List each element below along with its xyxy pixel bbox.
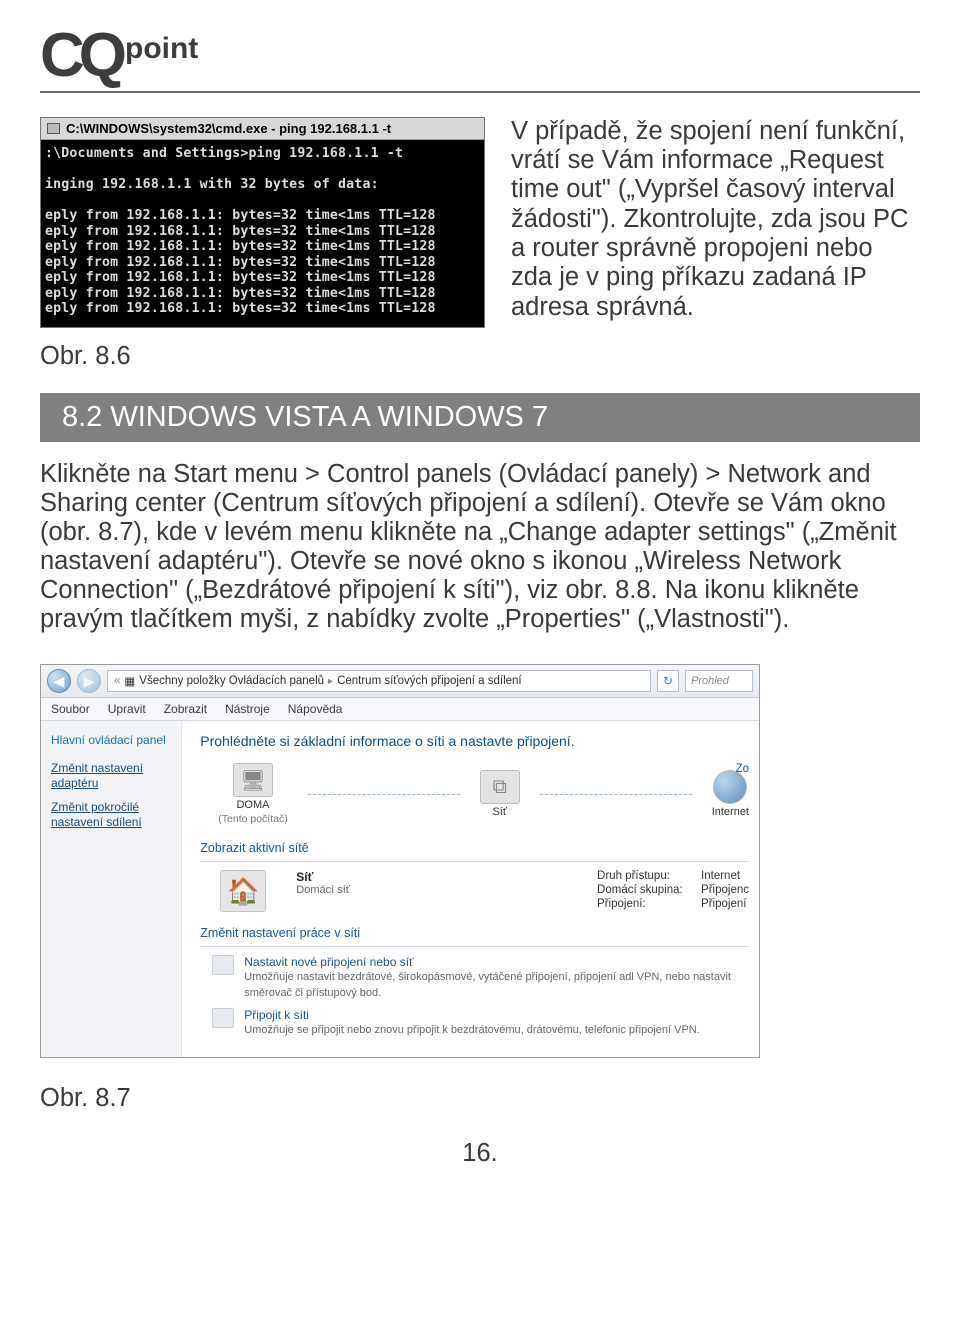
computer-icon: 🖥	[233, 763, 273, 797]
breadcrumb-item[interactable]: Všechny položky Ovládacích panelů	[139, 675, 324, 687]
action-desc: Umožňuje nastavit bezdrátové, širokopásm…	[244, 971, 731, 998]
node-this-pc[interactable]: 🖥 DOMA (Tento počítač)	[218, 763, 287, 825]
section-heading: 8.2 WINDOWS VISTA A WINDOWS 7	[40, 393, 920, 442]
action-title: Nastavit nové připojení nebo síť	[244, 955, 749, 969]
network-name-block: Síť Domácí síť	[296, 870, 350, 896]
cmd-output: :\Documents and Settings>ping 192.168.1.…	[41, 140, 484, 327]
globe-icon	[713, 770, 747, 804]
menu-item[interactable]: Upravit	[108, 702, 146, 716]
menu-item[interactable]: Soubor	[51, 702, 90, 716]
cmd-window: C:\WINDOWS\system32\cmd.exe - ping 192.1…	[40, 117, 485, 328]
sidebar-link-advanced-sharing[interactable]: Změnit pokročilé nastavení sdílení	[51, 800, 171, 829]
search-input[interactable]: Prohled	[685, 670, 753, 692]
sidebar-link-change-adapter[interactable]: Změnit nastavení adaptéru	[51, 761, 171, 790]
network-kv-block: Druh přístupu: Internet Domácí skupina: …	[597, 870, 749, 912]
forward-button[interactable]: ▶	[77, 669, 101, 693]
paragraph-1: V případě, že spojení není funkční, vrát…	[511, 117, 920, 322]
action-text: Připojit k síti Umožňuje se připojit neb…	[244, 1008, 700, 1037]
back-button[interactable]: ◀	[47, 669, 71, 693]
kv-key: Připojení:	[597, 898, 693, 910]
kv-key: Domácí skupina:	[597, 884, 693, 896]
node-network[interactable]: ⧉ Síť	[480, 770, 520, 818]
node-label: Síť	[492, 806, 507, 818]
breadcrumb[interactable]: « ▦ Všechny položky Ovládacích panelů ▸ …	[107, 670, 651, 692]
win7-body: Hlavní ovládací panel Změnit nastavení a…	[41, 721, 759, 1057]
menu-item[interactable]: Nástroje	[225, 702, 270, 716]
view-full-map-link[interactable]: Zo	[736, 763, 749, 775]
kv-access-type: Druh přístupu: Internet	[597, 870, 749, 882]
kv-connection: Připojení: Připojení	[597, 898, 749, 910]
connection-line	[308, 794, 460, 795]
win7-network-center-window: ◀ ▶ « ▦ Všechny položky Ovládacích panel…	[40, 664, 760, 1058]
house-icon: 🏠	[220, 870, 266, 912]
divider	[200, 946, 749, 947]
win7-addressbar: ◀ ▶ « ▦ Všechny položky Ovládacích panel…	[41, 665, 759, 698]
node-sublabel: (Tento počítač)	[218, 813, 287, 825]
node-label: Internet	[712, 806, 749, 818]
chevron-right-icon: ▸	[328, 676, 333, 687]
divider	[200, 861, 749, 862]
network-map: 🖥 DOMA (Tento počítač) ⧉ Síť Internet	[200, 763, 749, 825]
action-title: Připojit k síti	[244, 1008, 700, 1022]
cmd-column: C:\WINDOWS\system32\cmd.exe - ping 192.1…	[40, 117, 485, 371]
cmd-title-text: C:\WINDOWS\system32\cmd.exe - ping 192.1…	[66, 121, 391, 136]
kv-value[interactable]: Připojení	[701, 898, 746, 910]
group-change-settings: Změnit nastavení práce v síti	[200, 926, 749, 940]
page-header: CQ point	[40, 30, 920, 83]
main-heading: Prohlédněte si základní informace o síti…	[200, 733, 749, 749]
action-new-connection[interactable]: Nastavit nové připojení nebo síť Umožňuj…	[212, 955, 749, 999]
kv-value: Internet	[701, 870, 740, 882]
action-desc: Umožňuje se připojit nebo znovu připojit…	[244, 1024, 700, 1036]
figure-label-1: Obr. 8.6	[40, 342, 485, 371]
kv-key: Druh přístupu:	[597, 870, 693, 882]
connection-line	[540, 794, 692, 795]
figure-label-2: Obr. 8.7	[40, 1084, 920, 1113]
win7-main-pane: Prohlédněte si základní informace o síti…	[182, 721, 759, 1057]
node-internet[interactable]: Internet	[712, 770, 749, 818]
header-rule	[40, 91, 920, 93]
kv-value[interactable]: Připojenc	[701, 884, 749, 896]
win7-menubar: Soubor Upravit Zobrazit Nástroje Nápověda	[41, 698, 759, 721]
logo-cq: CQ	[40, 30, 121, 83]
logo-point: point	[125, 30, 198, 64]
setup-icon	[212, 955, 234, 975]
cmd-titlebar[interactable]: C:\WINDOWS\system32\cmd.exe - ping 192.1…	[41, 118, 484, 140]
network-icon: ⧉	[480, 770, 520, 804]
connect-icon	[212, 1008, 234, 1028]
active-network-row: 🏠 Síť Domácí síť Druh přístupu: Internet…	[220, 870, 749, 912]
group-active-networks: Zobrazit aktivní sítě	[200, 841, 749, 855]
top-row: C:\WINDOWS\system32\cmd.exe - ping 192.1…	[40, 117, 920, 371]
win7-sidebar: Hlavní ovládací panel Změnit nastavení a…	[41, 721, 182, 1057]
network-name[interactable]: Síť	[296, 870, 350, 884]
menu-item[interactable]: Nápověda	[288, 702, 343, 716]
chevron-left-icon: «	[114, 675, 120, 687]
menu-item[interactable]: Zobrazit	[164, 702, 207, 716]
page-number: 16.	[40, 1139, 920, 1168]
action-connect-network[interactable]: Připojit k síti Umožňuje se připojit neb…	[212, 1008, 749, 1037]
brand-logo: CQ point	[40, 30, 198, 83]
folder-icon: ▦	[124, 674, 135, 688]
node-label: DOMA	[236, 799, 269, 811]
refresh-button[interactable]: ↻	[657, 670, 679, 692]
action-text: Nastavit nové připojení nebo síť Umožňuj…	[244, 955, 749, 999]
network-category[interactable]: Domácí síť	[296, 884, 350, 896]
paragraph-2: Klikněte na Start menu > Control panels …	[40, 460, 920, 634]
cmd-icon	[47, 123, 60, 134]
kv-homegroup: Domácí skupina: Připojenc	[597, 884, 749, 896]
breadcrumb-item[interactable]: Centrum síťových připojení a sdílení	[337, 675, 522, 687]
sidebar-title: Hlavní ovládací panel	[51, 733, 171, 747]
